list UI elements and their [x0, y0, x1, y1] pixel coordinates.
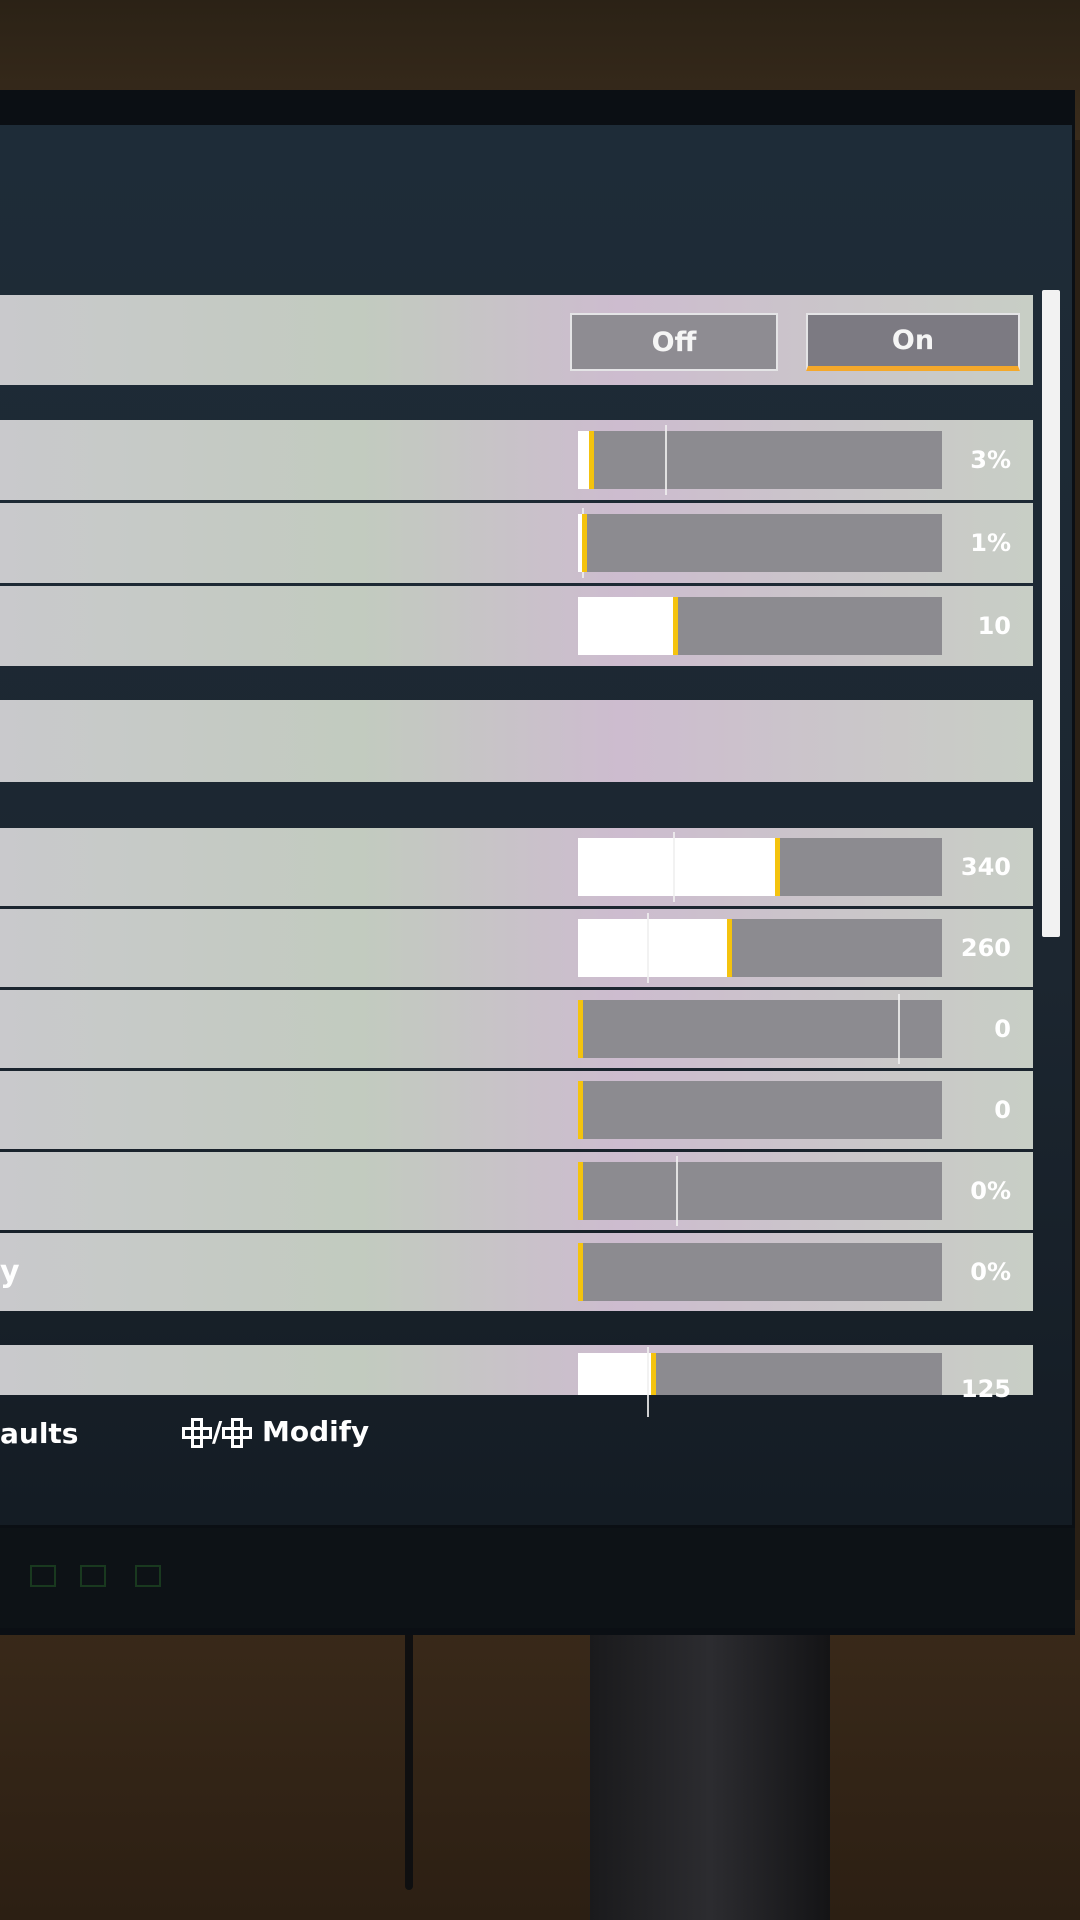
slider-fill — [578, 838, 775, 896]
slider-row: 125 — [0, 1345, 1033, 1417]
slider-row: 0 — [0, 990, 1033, 1068]
slider-track[interactable] — [578, 913, 942, 983]
slider-track[interactable] — [578, 508, 942, 578]
modify-separator: / — [212, 1415, 223, 1448]
slider-value: 0% — [970, 1258, 1011, 1286]
slider-row: 0% — [0, 1152, 1033, 1230]
tray-icon — [80, 1565, 106, 1587]
slider-value: 3% — [970, 446, 1011, 474]
slider-row: 10 — [0, 586, 1033, 666]
slider-track[interactable] — [578, 832, 942, 902]
slider-row: 3% — [0, 420, 1033, 500]
dpad-right-icon — [222, 1418, 253, 1448]
slider-row: 260 — [0, 909, 1033, 987]
settings-screen: Off On 3% 1% 10 340 260 0 0 0% y 0% 125 … — [0, 125, 1072, 1525]
slider-thumb[interactable] — [578, 1243, 583, 1301]
slider-default-marker — [672, 832, 675, 902]
dpad-left-icon — [182, 1418, 212, 1448]
slider-row: 0 — [0, 1071, 1033, 1149]
slider-fill — [578, 431, 589, 489]
slider-fill — [578, 597, 673, 655]
section-header-row — [0, 700, 1033, 782]
slider-default-marker — [898, 994, 901, 1064]
slider-thumb[interactable] — [588, 431, 594, 489]
slider-value: 10 — [977, 612, 1011, 640]
slider-thumb[interactable] — [650, 1353, 656, 1395]
slider-thumb[interactable] — [578, 1000, 583, 1058]
slider-value: 340 — [960, 853, 1011, 881]
slider-default-marker — [665, 425, 668, 495]
modify-label: Modify — [261, 1415, 370, 1448]
tray-icon — [135, 1565, 161, 1587]
slider-track[interactable] — [578, 1347, 942, 1417]
slider-thumb[interactable] — [672, 597, 678, 655]
slider-thumb[interactable] — [581, 514, 587, 572]
slider-row: y 0% — [0, 1233, 1033, 1311]
restore-defaults-hint[interactable]: aults — [0, 1417, 78, 1450]
slider-track[interactable] — [578, 425, 942, 495]
monitor-cable — [405, 1630, 413, 1890]
slider-value: 0% — [970, 1177, 1011, 1205]
modify-hint[interactable]: / Modify — [182, 1415, 369, 1448]
slider-thumb[interactable] — [727, 919, 733, 977]
slider-row: 1% — [0, 503, 1033, 583]
setting-label: y — [0, 1254, 20, 1290]
slider-default-marker — [647, 1347, 650, 1417]
scrollbar[interactable] — [1042, 290, 1060, 937]
slider-track[interactable] — [578, 597, 942, 655]
slider-thumb[interactable] — [774, 838, 780, 896]
slider-thumb[interactable] — [578, 1081, 583, 1139]
slider-value: 1% — [970, 529, 1011, 557]
slider-thumb[interactable] — [578, 1162, 583, 1220]
slider-default-marker — [676, 1156, 679, 1226]
toggle-on-button[interactable]: On — [806, 313, 1020, 371]
toggle-off-button[interactable]: Off — [570, 313, 778, 371]
slider-track[interactable] — [578, 1156, 942, 1226]
monitor-stand — [590, 1620, 830, 1920]
slider-track[interactable] — [578, 1243, 942, 1301]
room-background-bottom — [0, 1600, 1080, 1920]
slider-value: 260 — [960, 934, 1011, 962]
slider-track[interactable] — [578, 1081, 942, 1139]
slider-track[interactable] — [578, 994, 942, 1064]
slider-value: 0 — [994, 1096, 1011, 1124]
toggle-setting-row: Off On — [0, 295, 1033, 385]
slider-value: 0 — [994, 1015, 1011, 1043]
slider-fill — [578, 919, 728, 977]
slider-value: 125 — [960, 1375, 1011, 1403]
monitor-bezel-bottom — [0, 1528, 1075, 1628]
tray-icon — [30, 1565, 56, 1587]
slider-default-marker — [647, 913, 650, 983]
slider-row: 340 — [0, 828, 1033, 906]
slider-fill — [578, 1353, 651, 1395]
